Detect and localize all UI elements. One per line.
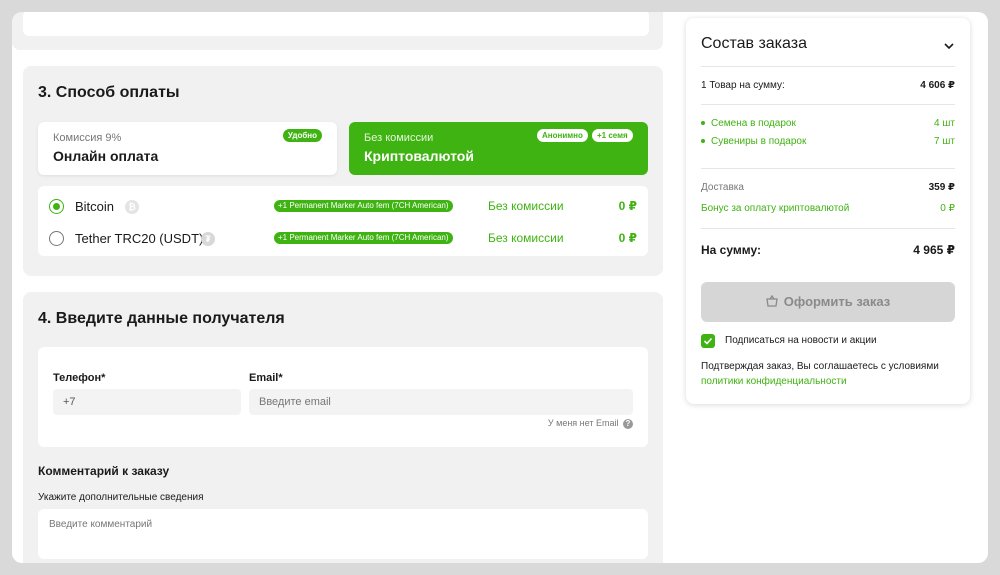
- comment-label: Укажите дополнительные сведения: [38, 492, 204, 503]
- chevron-down-icon[interactable]: [944, 38, 954, 50]
- phone-input[interactable]: +7: [53, 389, 241, 415]
- tether-icon: ₮: [201, 232, 215, 246]
- items-total-value: 4 606 ₽: [920, 80, 955, 91]
- divider: [701, 168, 955, 169]
- payment-section: 3. Способ оплаты Комиссия 9% Онлайн опла…: [23, 66, 663, 276]
- seed-bonus-badge: +1 семя: [592, 129, 633, 142]
- gift-value: 4 шт: [934, 118, 955, 129]
- grand-total-label: На сумму:: [701, 243, 761, 257]
- coin-row-tether[interactable]: Tether TRC20 (USDT) ₮ +1 Permanent Marke…: [38, 221, 648, 253]
- email-input[interactable]: Введите email: [249, 389, 633, 415]
- email-label: Email*: [249, 372, 283, 384]
- comment-heading: Комментарий к заказу: [38, 464, 170, 478]
- checkout-button[interactable]: Оформить заказ: [701, 282, 955, 322]
- bitcoin-radio[interactable]: [49, 199, 64, 214]
- crypto-bonus-label: Бонус за оплату криптовалютой: [701, 203, 850, 214]
- order-summary: Состав заказа 1 Товар на сумму: 4 606 ₽ …: [686, 18, 970, 404]
- subscribe-checkbox[interactable]: [701, 334, 715, 348]
- comment-textarea[interactable]: Введите комментарий: [38, 509, 648, 559]
- bullet-dot: [701, 120, 705, 125]
- order-summary-title: Состав заказа: [701, 35, 807, 52]
- online-payment-option[interactable]: Комиссия 9% Онлайн оплата Удобно: [38, 122, 337, 175]
- previous-section-card: [12, 12, 663, 50]
- crypto-payment-title: Криптовалютой: [364, 148, 474, 164]
- coin-name: Tether TRC20 (USDT): [75, 231, 204, 246]
- grand-total-value: 4 965 ₽: [913, 243, 955, 257]
- check-icon: [703, 337, 713, 345]
- crypto-payment-option[interactable]: Без комиссии Криптовалютой Анонимно +1 с…: [349, 122, 648, 175]
- recipient-section: 4. Введите данные получателя Телефон* +7…: [23, 292, 663, 563]
- help-icon: ?: [623, 419, 633, 429]
- divider: [701, 104, 955, 105]
- basket-icon: [766, 283, 778, 323]
- gift-label: Сувениры в подарок: [711, 136, 807, 147]
- no-email-link[interactable]: У меня нет Email ?: [548, 418, 633, 429]
- contact-fields-box: Телефон* +7 Email* Введите email У меня …: [38, 347, 648, 447]
- online-payment-fee: Комиссия 9%: [53, 132, 122, 144]
- privacy-policy-link[interactable]: политики конфиденциальности: [701, 376, 847, 387]
- fee-text: Без комиссии: [488, 231, 564, 245]
- coin-list: Bitcoin ₿ +1 Permanent Marker Auto fem (…: [38, 186, 648, 256]
- fee-amount: 0 ₽: [618, 199, 637, 213]
- promo-badge: +1 Permanent Marker Auto fem (7CH Americ…: [274, 232, 453, 244]
- comment-placeholder: Введите комментарий: [49, 519, 153, 530]
- online-payment-title: Онлайн оплата: [53, 148, 159, 164]
- fee-text: Без комиссии: [488, 199, 564, 213]
- tether-radio[interactable]: [49, 231, 64, 246]
- bullet-dot: [701, 138, 705, 143]
- anonymous-badge: Анонимно: [537, 129, 588, 142]
- delivery-label: Доставка: [701, 182, 744, 193]
- checkout-left-column: 3. Способ оплаты Комиссия 9% Онлайн опла…: [12, 12, 663, 563]
- no-email-text: У меня нет Email: [547, 418, 619, 428]
- promo-badge: +1 Permanent Marker Auto fem (7CH Americ…: [274, 200, 453, 212]
- divider: [701, 228, 955, 229]
- previous-section-inner: [23, 12, 649, 36]
- subscribe-label: Подписаться на новости и акции: [725, 335, 877, 346]
- items-total-label: 1 Товар на сумму:: [701, 80, 785, 91]
- recipient-heading: 4. Введите данные получателя: [38, 310, 285, 327]
- checkout-button-label: Оформить заказ: [783, 294, 891, 309]
- divider: [701, 66, 955, 67]
- phone-label: Телефон*: [53, 372, 106, 384]
- gift-label: Семена в подарок: [711, 118, 796, 129]
- gift-value: 7 шт: [934, 136, 955, 147]
- bitcoin-icon: ₿: [125, 200, 139, 214]
- consent-text: Подтверждая заказ, Вы соглашаетесь с усл…: [701, 361, 939, 372]
- fee-amount: 0 ₽: [618, 231, 637, 245]
- crypto-payment-fee: Без комиссии: [364, 132, 434, 144]
- crypto-bonus-value: 0 ₽: [940, 203, 955, 214]
- checkout-page: 3. Способ оплаты Комиссия 9% Онлайн опла…: [12, 12, 988, 563]
- payment-heading: 3. Способ оплаты: [38, 84, 180, 101]
- convenient-badge: Удобно: [282, 129, 322, 142]
- coin-row-bitcoin[interactable]: Bitcoin ₿ +1 Permanent Marker Auto fem (…: [38, 189, 648, 221]
- coin-name: Bitcoin: [75, 199, 115, 214]
- delivery-value: 359 ₽: [928, 182, 955, 193]
